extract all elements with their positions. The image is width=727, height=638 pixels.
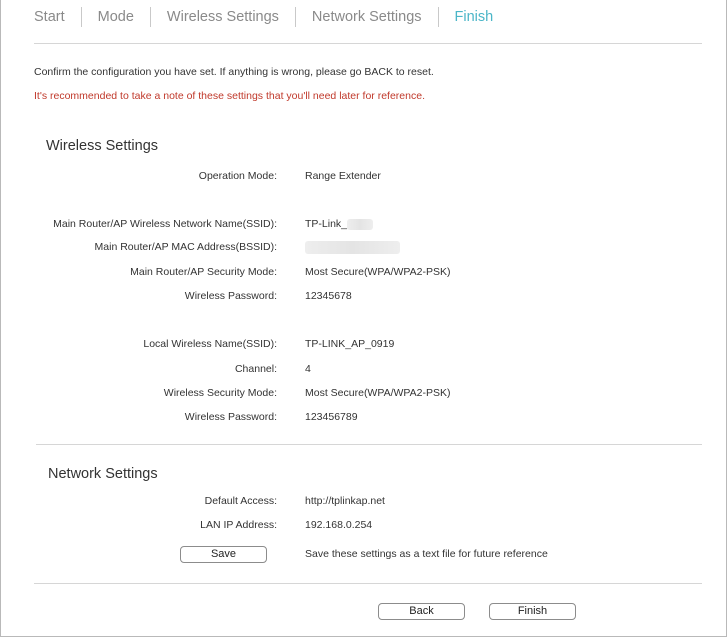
main-ssid-row: Main Router/AP Wireless Network Name(SSI… [0,218,727,234]
main-ssid-text: TP-Link_ [305,218,348,230]
step-divider [149,7,151,27]
redacted-ssid-suffix [347,218,374,230]
network-settings-title: Network Settings [48,466,158,482]
step-start[interactable]: Start [34,9,65,25]
redacted-bssid [305,241,400,254]
main-bssid-label: Main Router/AP MAC Address(BSSID): [94,241,277,253]
main-bssid-value [305,241,400,254]
save-button[interactable]: Save [180,546,267,563]
local-security-label: Wireless Security Mode: [163,387,277,399]
channel-value: 4 [305,363,311,375]
step-divider [437,7,439,27]
operation-mode-value: Range Extender [305,170,381,182]
step-network-settings[interactable]: Network Settings [312,9,422,25]
save-note: Save these settings as a text file for f… [305,548,548,560]
main-security-label: Main Router/AP Security Mode: [130,266,277,278]
local-password-label: Wireless Password: [184,411,277,423]
local-password-value: 123456789 [305,411,358,423]
main-ssid-label: Main Router/AP Wireless Network Name(SSI… [53,218,277,230]
default-access-value: http://tplinkap.net [305,495,385,507]
footer-divider [34,583,702,584]
recommend-message: It's recommended to take a note of these… [34,90,425,102]
default-access-row: Default Access: http://tplinkap.net [0,495,727,511]
default-access-label: Default Access: [204,495,277,507]
channel-row: Channel: 4 [0,363,727,379]
local-password-row: Wireless Password: 123456789 [0,411,727,427]
operation-mode-row: Operation Mode: Range Extender [0,170,727,186]
main-security-row: Main Router/AP Security Mode: Most Secur… [0,266,727,282]
operation-mode-label: Operation Mode: [198,170,277,182]
step-wireless-settings[interactable]: Wireless Settings [167,9,279,25]
local-security-value: Most Secure(WPA/WPA2-PSK) [305,387,451,399]
main-password-label: Wireless Password: [184,290,277,302]
local-ssid-label: Local Wireless Name(SSID): [143,338,277,350]
lan-ip-label: LAN IP Address: [200,519,277,531]
main-ssid-value: TP-Link_ [305,218,374,230]
confirm-message: Confirm the configuration you have set. … [34,66,434,78]
local-ssid-value: TP-LINK_AP_0919 [305,338,395,350]
section-divider [36,444,702,445]
top-divider [34,43,702,44]
main-security-value: Most Secure(WPA/WPA2-PSK) [305,266,451,278]
step-mode[interactable]: Mode [98,9,134,25]
back-button[interactable]: Back [378,603,465,620]
step-divider [80,7,82,27]
local-ssid-row: Local Wireless Name(SSID): TP-LINK_AP_09… [0,338,727,354]
step-nav: Start Mode Wireless Settings Network Set… [34,6,493,28]
finish-button[interactable]: Finish [489,603,576,620]
channel-label: Channel: [234,363,277,375]
main-bssid-row: Main Router/AP MAC Address(BSSID): [0,241,727,257]
step-finish[interactable]: Finish [455,9,494,25]
lan-ip-value: 192.168.0.254 [305,519,373,531]
main-password-row: Wireless Password: 12345678 [0,290,727,306]
wireless-settings-title: Wireless Settings [46,138,159,154]
main-password-value: 12345678 [305,290,352,302]
step-divider [294,7,296,27]
local-security-row: Wireless Security Mode: Most Secure(WPA/… [0,387,727,403]
lan-ip-row: LAN IP Address: 192.168.0.254 [0,519,727,535]
